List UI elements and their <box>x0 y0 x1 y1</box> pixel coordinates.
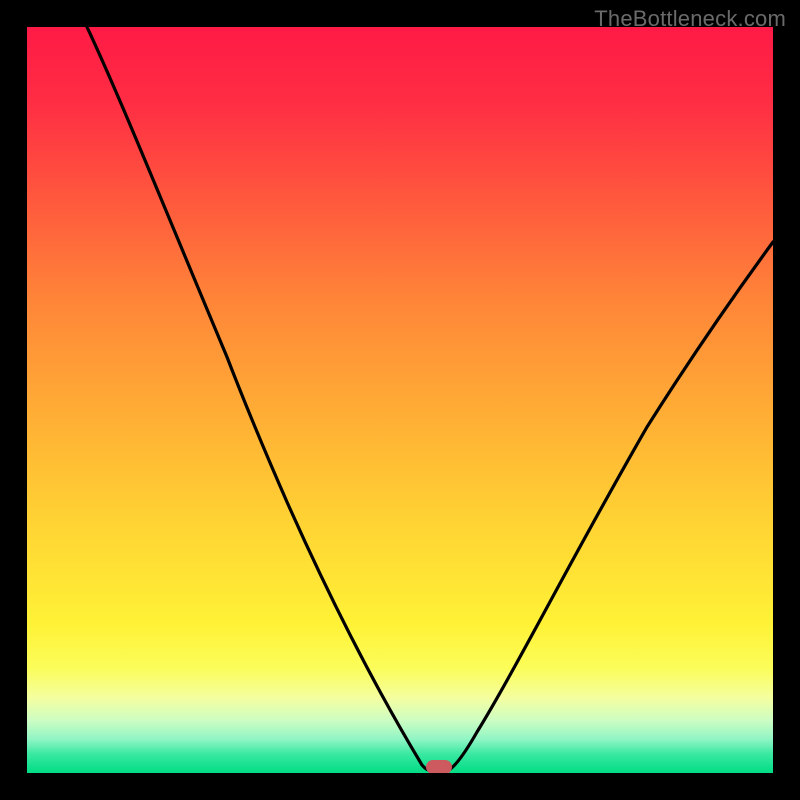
bottleneck-curve <box>27 27 773 773</box>
plot-area <box>27 27 773 773</box>
chart-stage: TheBottleneck.com <box>0 0 800 800</box>
min-marker <box>426 760 452 773</box>
watermark-text: TheBottleneck.com <box>594 6 786 32</box>
curve-path <box>87 27 773 771</box>
